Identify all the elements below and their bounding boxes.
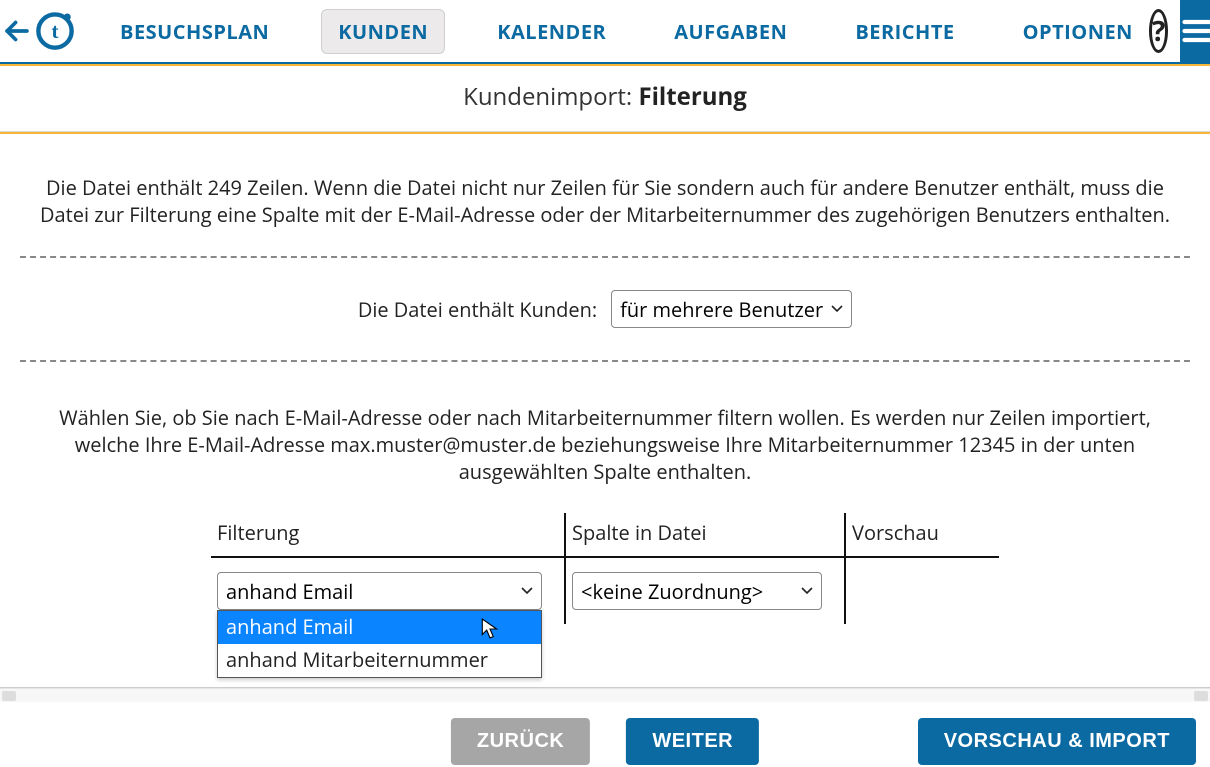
column-select[interactable]: <keine Zuordnung>	[572, 572, 822, 610]
nav-aufgaben[interactable]: AUFGABEN	[658, 10, 803, 53]
nav-items: BESUCHSPLAN KUNDEN KALENDER AUFGABEN BER…	[104, 9, 1149, 54]
filter-table: Filterung Spalte in Datei Vorschau anhan…	[211, 513, 999, 624]
filter-explain-paragraph: Wählen Sie, ob Sie nach E-Mail-Adresse o…	[25, 404, 1185, 485]
nav-optionen[interactable]: OPTIONEN	[1007, 10, 1149, 53]
scope-label: Die Datei enthält Kunden:	[358, 296, 597, 323]
hamburger-icon	[1180, 13, 1210, 49]
bottom-bar: ZURÜCK WEITER VORSCHAU & IMPORT	[0, 702, 1210, 767]
horizontal-scrollbar[interactable]	[0, 688, 1210, 702]
cell-vorschau	[845, 557, 999, 624]
filter-option-email[interactable]: anhand Email	[218, 611, 541, 644]
th-filterung: Filterung	[211, 513, 565, 557]
nav-kunden[interactable]: KUNDEN	[321, 9, 445, 54]
content-scroll[interactable]: Die Datei enthält 249 Zeilen. Wenn die D…	[0, 134, 1210, 688]
table-header-row: Filterung Spalte in Datei Vorschau	[211, 513, 999, 557]
filter-select-wrap: anhand Email anhand Email anhand Mitarbe…	[217, 572, 542, 610]
th-spalte: Spalte in Datei	[565, 513, 845, 557]
table-row: anhand Email anhand Email anhand Mitarbe…	[211, 557, 999, 624]
cell-spalte: <keine Zuordnung>	[565, 557, 845, 624]
center-buttons: ZURÜCK WEITER	[451, 718, 759, 765]
arrow-left-icon	[0, 14, 34, 48]
back-step-button[interactable]: ZURÜCK	[451, 718, 590, 765]
logo-icon: t	[34, 10, 76, 52]
intro-paragraph: Die Datei enthält 249 Zeilen. Wenn die D…	[25, 174, 1185, 228]
scope-select[interactable]: für mehrere Benutzer	[611, 290, 852, 328]
divider-2	[20, 360, 1190, 362]
filter-select[interactable]: anhand Email	[217, 572, 542, 610]
filter-select-dropdown[interactable]: anhand Email anhand Mitarbeiternummer	[217, 610, 542, 678]
subheader-wrap: Kundenimport: Filterung	[0, 64, 1210, 134]
top-bar: t BESUCHSPLAN KUNDEN KALENDER AUFGABEN B…	[0, 0, 1210, 64]
back-button[interactable]	[0, 0, 34, 63]
page-title-main: Filterung	[638, 80, 746, 113]
menu-button[interactable]	[1180, 0, 1210, 63]
page-title-prefix: Kundenimport:	[463, 80, 638, 113]
next-step-button[interactable]: WEITER	[626, 718, 759, 765]
nav-besuchsplan[interactable]: BESUCHSPLAN	[104, 10, 285, 53]
app-logo: t	[34, 0, 76, 63]
help-button[interactable]: ?	[1149, 9, 1168, 53]
content: Die Datei enthält 249 Zeilen. Wenn die D…	[0, 134, 1210, 684]
cell-filterung: anhand Email anhand Email anhand Mitarbe…	[211, 557, 565, 624]
nav-berichte[interactable]: BERICHTE	[839, 10, 970, 53]
preview-import-button[interactable]: VORSCHAU & IMPORT	[918, 718, 1196, 765]
page-title: Kundenimport: Filterung	[0, 66, 1210, 132]
scope-row: Die Datei enthält Kunden: für mehrere Be…	[20, 258, 1190, 360]
th-vorschau: Vorschau	[845, 513, 999, 557]
svg-text:t: t	[52, 19, 59, 43]
nav-kalender[interactable]: KALENDER	[481, 10, 622, 53]
filter-option-mitarbeiternummer[interactable]: anhand Mitarbeiternummer	[218, 644, 541, 677]
